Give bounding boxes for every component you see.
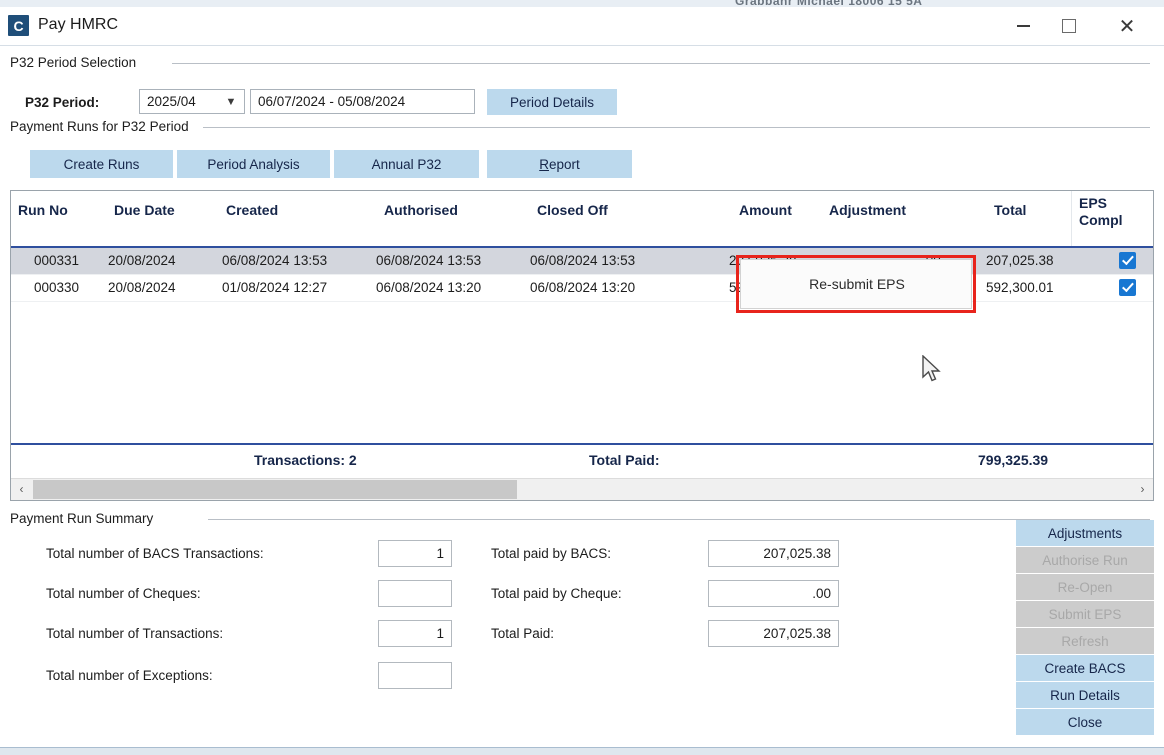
adjustments-button[interactable]: Adjustments xyxy=(1016,520,1154,546)
field-total-bacs-transactions[interactable]: 1 xyxy=(378,540,452,567)
title-bar: C Pay HMRC ✕ xyxy=(0,7,1164,46)
grid-header-row: Run No Due Date Created Authorised Close… xyxy=(11,191,1153,248)
field-total-paid-by-cheque[interactable]: .00 xyxy=(708,580,839,607)
cell-eps-complete-checkbox[interactable] xyxy=(1119,252,1136,269)
scrollbar-thumb[interactable] xyxy=(33,480,517,499)
footer-total-paid-label: Total Paid: xyxy=(589,452,660,468)
cell-due-date: 20/08/2024 xyxy=(108,280,176,295)
annual-p32-button[interactable]: Annual P32 xyxy=(334,150,479,178)
cell-closed-off: 06/08/2024 13:20 xyxy=(530,280,636,295)
column-header-total[interactable]: Total xyxy=(994,202,1026,218)
table-row[interactable]: 000330 20/08/2024 01/08/2024 12:27 06/08… xyxy=(11,275,1153,302)
cell-total: 207,025.38 xyxy=(986,253,1054,268)
payment-runs-grid[interactable]: Run No Due Date Created Authorised Close… xyxy=(10,190,1154,501)
p32-period-selection-title: P32 Period Selection xyxy=(10,55,143,70)
label-total-paid-by-cheque: Total paid by Cheque: xyxy=(491,586,622,601)
label-total-cheques: Total number of Cheques: xyxy=(46,586,201,601)
payment-runs-rule xyxy=(203,127,1150,128)
footer-total-paid-value: 799,325.39 xyxy=(978,452,1049,468)
mouse-cursor-icon xyxy=(922,355,941,382)
minimize-icon[interactable] xyxy=(1000,7,1046,45)
window-bottom-edge xyxy=(0,747,1164,755)
maximize-icon[interactable] xyxy=(1046,7,1092,45)
p32-period-value: 2025/04 xyxy=(147,94,196,109)
cell-total: 592,300.01 xyxy=(986,280,1054,295)
submit-eps-button: Submit EPS xyxy=(1016,601,1154,627)
payment-runs-title: Payment Runs for P32 Period xyxy=(10,119,195,134)
field-total-exceptions[interactable] xyxy=(378,662,452,689)
payment-run-summary-rule xyxy=(208,519,1150,520)
period-analysis-button[interactable]: Period Analysis xyxy=(177,150,330,178)
label-total-paid: Total Paid: xyxy=(491,626,555,641)
p32-period-selection-rule xyxy=(172,63,1150,64)
p32-period-label: P32 Period: xyxy=(25,95,100,110)
annotation-highlight-box xyxy=(736,255,976,313)
scroll-right-icon[interactable]: › xyxy=(1132,479,1153,499)
close-button[interactable]: Close xyxy=(1016,709,1154,735)
column-divider xyxy=(1071,191,1072,246)
label-total-paid-by-bacs: Total paid by BACS: xyxy=(491,546,612,561)
cell-created: 06/08/2024 13:53 xyxy=(222,253,328,268)
payment-run-summary-title: Payment Run Summary xyxy=(10,511,160,526)
context-menu-container: Re-submit EPS xyxy=(736,255,976,313)
horizontal-scrollbar[interactable]: ‹ › xyxy=(11,478,1153,500)
pay-hmrc-window: C Pay HMRC ✕ P32 Period Selection P32 Pe… xyxy=(0,7,1164,748)
cell-due-date: 20/08/2024 xyxy=(108,253,176,268)
scroll-left-icon[interactable]: ‹ xyxy=(11,479,32,499)
field-total-paid-by-bacs[interactable]: 207,025.38 xyxy=(708,540,839,567)
column-header-due-date[interactable]: Due Date xyxy=(114,202,175,218)
p32-period-select[interactable]: 2025/04 ▼ xyxy=(139,89,245,114)
table-row[interactable]: 000331 20/08/2024 06/08/2024 13:53 06/08… xyxy=(11,248,1153,275)
re-open-button: Re-Open xyxy=(1016,574,1154,600)
cell-authorised: 06/08/2024 13:53 xyxy=(376,253,482,268)
report-button[interactable]: Report xyxy=(487,150,632,178)
cell-authorised: 06/08/2024 13:20 xyxy=(376,280,482,295)
refresh-button: Refresh xyxy=(1016,628,1154,654)
app-logo-icon: C xyxy=(8,15,29,36)
column-header-created[interactable]: Created xyxy=(226,202,278,218)
label-total-exceptions: Total number of Exceptions: xyxy=(46,668,213,683)
column-header-run-no[interactable]: Run No xyxy=(18,202,68,218)
label-total-bacs-transactions: Total number of BACS Transactions: xyxy=(46,546,264,561)
cell-created: 01/08/2024 12:27 xyxy=(222,280,328,295)
report-button-rest: eport xyxy=(548,156,580,172)
period-details-button[interactable]: Period Details xyxy=(487,89,617,115)
run-details-button[interactable]: Run Details xyxy=(1016,682,1154,708)
label-total-transactions: Total number of Transactions: xyxy=(46,626,224,641)
p32-date-range-field: 06/07/2024 - 05/08/2024 xyxy=(250,89,475,114)
column-header-closed-off[interactable]: Closed Off xyxy=(537,202,608,218)
field-total-transactions[interactable]: 1 xyxy=(378,620,452,647)
field-total-cheques[interactable] xyxy=(378,580,452,607)
cell-run-no: 000330 xyxy=(34,280,80,295)
grid-footer-row: Transactions: 2 Total Paid: 799,325.39 xyxy=(11,443,1153,478)
column-header-adjustment[interactable]: Adjustment xyxy=(829,202,906,218)
footer-transactions: Transactions: 2 xyxy=(254,452,357,468)
authorise-run-button: Authorise Run xyxy=(1016,547,1154,573)
cell-run-no: 000331 xyxy=(34,253,80,268)
create-runs-button[interactable]: Create Runs xyxy=(30,150,173,178)
window-title: Pay HMRC xyxy=(38,16,119,33)
close-icon[interactable]: ✕ xyxy=(1104,7,1150,45)
chevron-down-icon: ▼ xyxy=(225,95,237,108)
column-header-authorised[interactable]: Authorised xyxy=(384,202,458,218)
column-header-eps-complete[interactable]: EPS Compl xyxy=(1079,195,1123,229)
cell-closed-off: 06/08/2024 13:53 xyxy=(530,253,636,268)
column-header-amount[interactable]: Amount xyxy=(739,202,792,218)
cell-eps-complete-checkbox[interactable] xyxy=(1119,279,1136,296)
create-bacs-button[interactable]: Create BACS xyxy=(1016,655,1154,681)
p32-date-range-value: 06/07/2024 - 05/08/2024 xyxy=(258,94,406,109)
field-total-paid[interactable]: 207,025.38 xyxy=(708,620,839,647)
